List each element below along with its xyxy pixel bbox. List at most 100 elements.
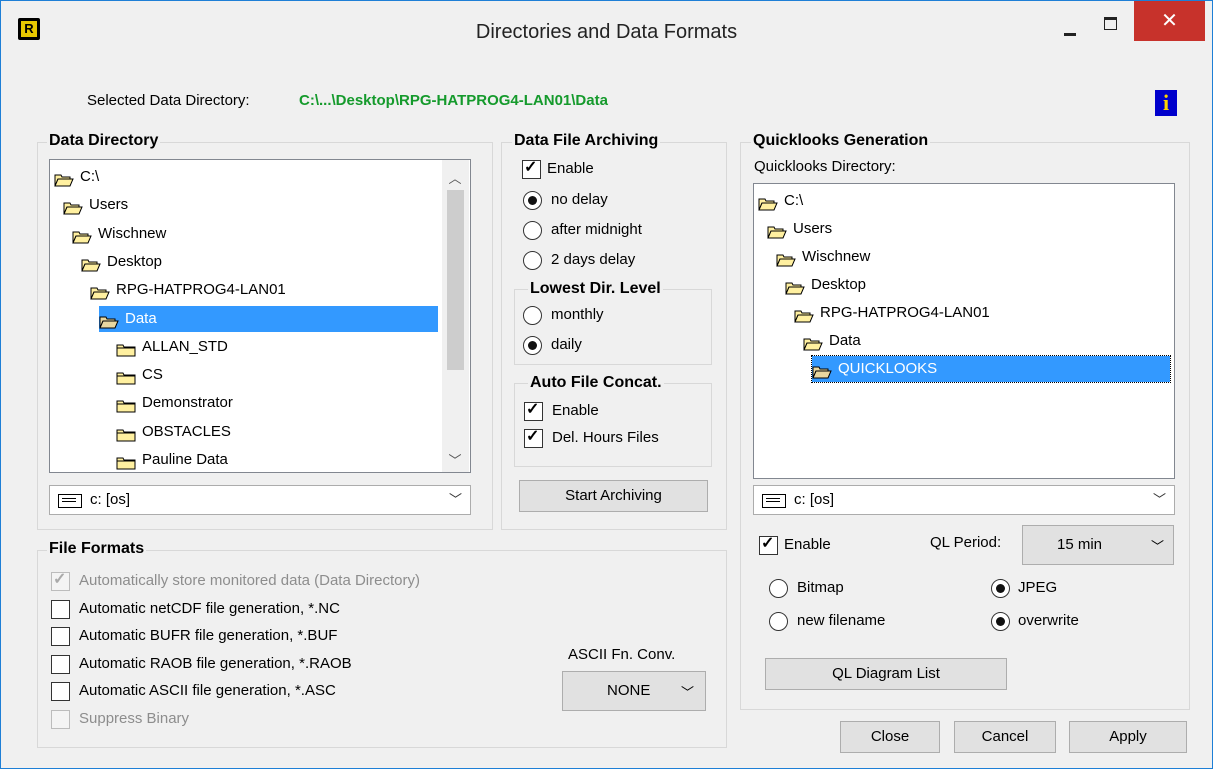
concat-group xyxy=(514,383,712,467)
data-dir-tree-item-label: Demonstrator xyxy=(142,394,233,412)
open-folder-icon xyxy=(54,170,74,187)
archiving-enable-checkbox[interactable]: ✓ xyxy=(522,159,541,179)
radio-no-delay[interactable] xyxy=(523,191,542,210)
archiving-title: Data File Archiving xyxy=(512,132,661,150)
open-folder-icon xyxy=(90,283,110,300)
close-window-button[interactable]: ✕ xyxy=(1134,1,1205,41)
open-folder-icon xyxy=(812,362,832,379)
chevron-down-icon: ﹀ xyxy=(1151,539,1165,554)
chevron-down-icon: ﹀ xyxy=(681,685,695,700)
quicklooks-tree-item[interactable]: QUICKLOOKS xyxy=(811,355,1171,383)
info-button[interactable]: i xyxy=(1155,90,1177,116)
concat-title: Auto File Concat. xyxy=(528,374,664,392)
folder-icon xyxy=(116,425,136,442)
data-directory-tree[interactable]: C:\ Users Wischnew Desktop RPG-HATPROG4-LAN0… xyxy=(49,159,471,473)
ascii-conv-label: ASCII Fn. Conv. xyxy=(568,646,676,663)
2-days-delay-label: 2 days delay xyxy=(551,251,636,268)
folder-icon xyxy=(116,340,136,357)
data-dir-tree-item-label: Wischnew xyxy=(98,224,167,242)
info-icon: i xyxy=(1162,90,1170,115)
ql-period-label: QL Period: xyxy=(930,534,1002,551)
radio-daily[interactable] xyxy=(523,336,542,355)
data-dir-tree-item-label: Users xyxy=(89,196,129,214)
no-delay-label: no delay xyxy=(551,191,608,208)
file-format-checkbox xyxy=(51,709,70,729)
scrollbar-thumb[interactable] xyxy=(447,190,464,370)
chevron-down-icon: ﹀ xyxy=(448,492,462,507)
ascii-conv-select[interactable]: NONE ﹀ xyxy=(562,671,706,711)
quicklooks-directory-tree[interactable]: C:\ Users Wischnew Desktop RPG-HATPROG4-LAN0… xyxy=(753,183,1175,479)
archiving-enable-label: Enable xyxy=(547,160,594,177)
checkmark-icon: ✓ xyxy=(524,159,538,176)
checkmark-icon: ✓ xyxy=(53,571,67,588)
file-format-checkbox[interactable] xyxy=(51,682,70,701)
radio-dot xyxy=(528,196,537,205)
file-format-label: Automatic RAOB file generation, *.RAOB xyxy=(79,654,352,672)
daily-label: daily xyxy=(551,336,582,353)
file-format-checkbox[interactable] xyxy=(51,654,70,674)
bitmap-label: Bitmap xyxy=(797,579,844,596)
radio-dot xyxy=(996,584,1005,593)
data-directory-title: Data Directory xyxy=(47,132,161,150)
folder-icon xyxy=(116,368,136,385)
data-dir-tree-item-label: C:\ xyxy=(80,168,100,185)
file-format-label: Automatic BUFR file generation, *.BUF xyxy=(79,627,338,644)
start-archiving-button[interactable]: Start Archiving xyxy=(519,480,708,512)
quicklooks-tree-item-label: Users xyxy=(793,220,833,237)
maximize-button[interactable] xyxy=(1097,11,1123,35)
radio-new-filename[interactable] xyxy=(769,612,788,631)
file-format-label: Automatic ASCII file generation, *.ASC xyxy=(79,682,336,699)
radio-jpeg[interactable] xyxy=(991,579,1010,598)
quicklooks-tree-item-label: QUICKLOOKS xyxy=(838,360,938,377)
open-folder-icon xyxy=(767,222,787,239)
minimize-button[interactable] xyxy=(1057,17,1083,39)
radio-monthly[interactable] xyxy=(523,306,542,325)
radio-bitmap[interactable] xyxy=(769,579,788,598)
data-dir-tree-item[interactable]: Data xyxy=(99,305,438,332)
data-dir-tree-item-label: Data xyxy=(125,309,157,327)
close-button[interactable]: Close xyxy=(840,721,940,753)
file-format-checkbox[interactable] xyxy=(51,599,70,619)
checkmark-icon: ✓ xyxy=(526,401,540,418)
radio-dot xyxy=(528,341,537,350)
quicklooks-enable-checkbox[interactable]: ✓ xyxy=(759,535,778,555)
open-folder-icon xyxy=(785,278,805,295)
data-dir-tree-item-label: OBSTACLES xyxy=(142,422,231,440)
data-directory-scrollbar[interactable]: ︿ ﹀ xyxy=(442,160,469,472)
open-folder-icon xyxy=(72,227,92,244)
radio-after-midnight[interactable] xyxy=(523,221,542,240)
quicklooks-drive-select[interactable]: c: [os] ﹀ xyxy=(753,485,1175,515)
open-folder-icon xyxy=(794,306,814,323)
radio-overwrite[interactable] xyxy=(991,612,1010,631)
open-folder-icon xyxy=(758,194,778,211)
quicklooks-tree-item-label: Wischnew xyxy=(802,248,871,265)
overwrite-label: overwrite xyxy=(1018,612,1079,629)
data-dir-tree-item-label: ALLAN_STD xyxy=(142,337,228,355)
concat-enable-checkbox[interactable]: ✓ xyxy=(524,401,543,421)
after-midnight-label: after midnight xyxy=(551,221,642,238)
quicklooks-tree-item-label: C:\ xyxy=(784,192,804,209)
scroll-down-arrow-icon[interactable]: ﹀ xyxy=(446,450,464,469)
lowest-level-group xyxy=(514,289,712,365)
ql-period-select[interactable]: 15 min ﹀ xyxy=(1022,525,1174,565)
cancel-button[interactable]: Cancel xyxy=(954,721,1056,753)
title-bar[interactable]: R Directories and Data Formats ✕ xyxy=(1,1,1212,65)
quicklooks-tree-item-label: RPG-HATPROG4-LAN01 xyxy=(820,304,990,321)
drive-icon xyxy=(58,494,82,508)
del-hours-checkbox[interactable]: ✓ xyxy=(524,428,543,448)
folder-icon xyxy=(116,453,136,470)
file-format-label: Automatic netCDF file generation, *.NC xyxy=(79,599,340,617)
file-format-checkbox[interactable] xyxy=(51,627,70,646)
quicklooks-enable-label: Enable xyxy=(784,536,831,553)
apply-button[interactable]: Apply xyxy=(1069,721,1187,753)
scroll-up-arrow-icon[interactable]: ︿ xyxy=(446,168,464,187)
drive-icon xyxy=(762,494,786,508)
del-hours-label: Del. Hours Files xyxy=(552,429,659,446)
jpeg-label: JPEG xyxy=(1018,579,1058,596)
radio-2-days-delay[interactable] xyxy=(523,251,542,270)
data-drive-select[interactable]: c: [os] ﹀ xyxy=(49,485,471,515)
ascii-conv-value: NONE xyxy=(607,682,651,699)
checkmark-icon: ✓ xyxy=(526,428,540,445)
data-dir-tree-item-label: Pauline Data xyxy=(142,451,228,468)
ql-diagram-list-button[interactable]: QL Diagram List xyxy=(765,658,1007,690)
